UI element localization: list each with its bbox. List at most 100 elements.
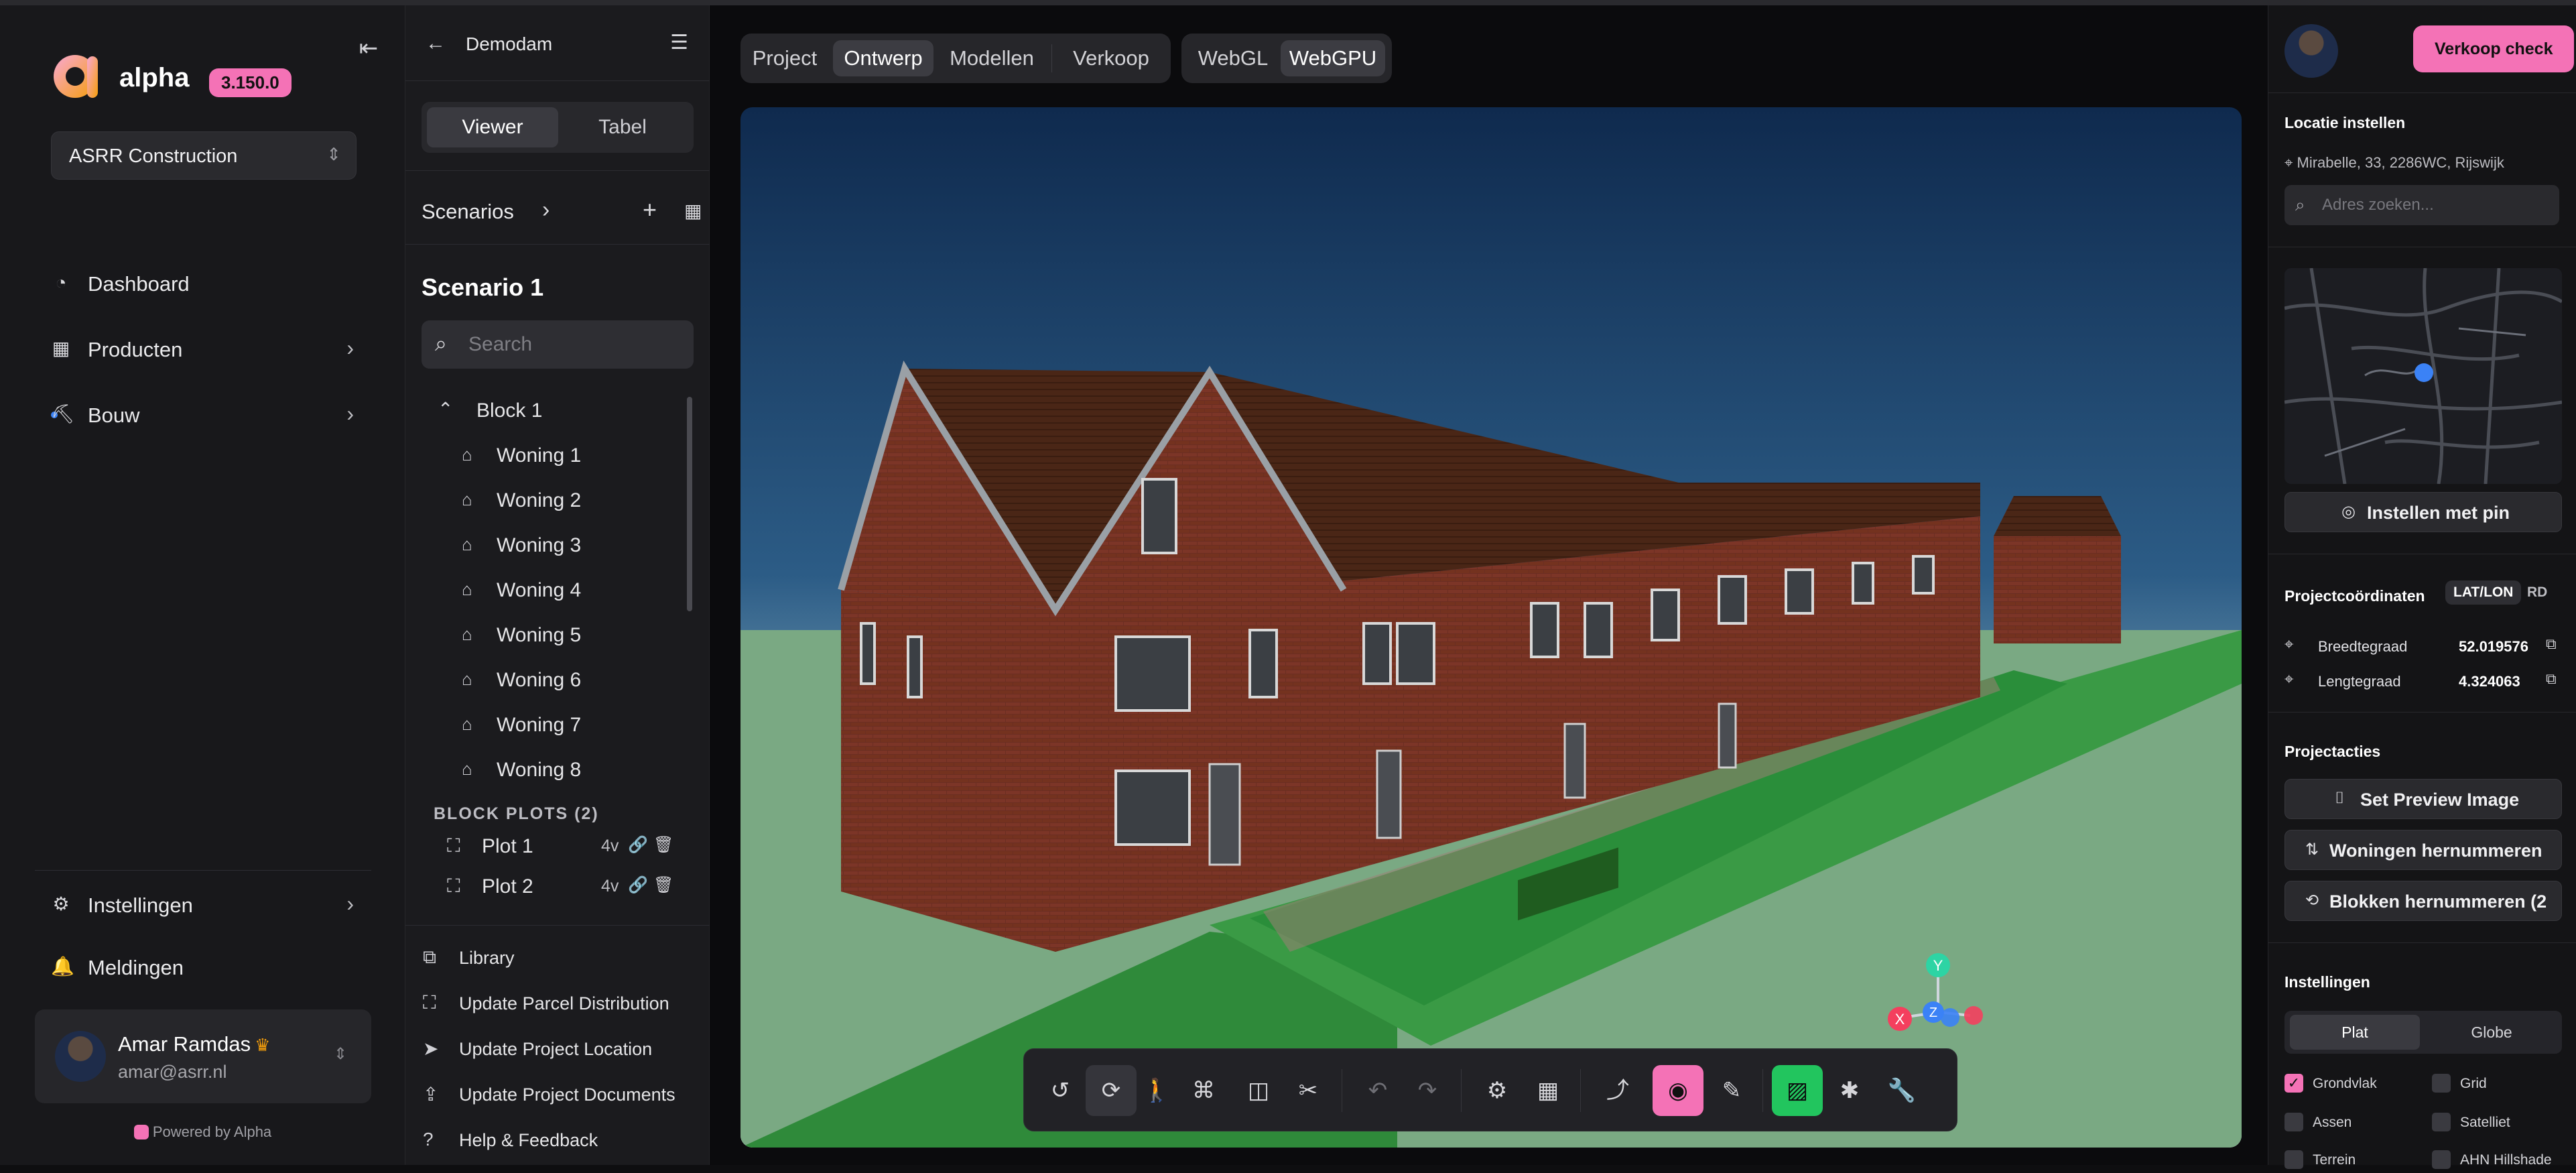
checkbox-satelliet[interactable]: Satelliet: [2432, 1111, 2566, 1135]
back-arrow-icon[interactable]: ←: [426, 32, 446, 55]
plot-row[interactable]: ⛶ Plot 1 4v 🔗 🗑: [447, 831, 702, 865]
settings-icon[interactable]: ⚙: [1472, 1065, 1523, 1116]
reset-view-icon[interactable]: ↺: [1035, 1065, 1086, 1116]
tree-scrollbar[interactable]: [687, 397, 692, 611]
wrench-icon[interactable]: 🔧: [1876, 1065, 1927, 1116]
location-minimap[interactable]: [2284, 268, 2562, 484]
avatar[interactable]: [2284, 24, 2338, 78]
list-item[interactable]: ⌂ Woning 6: [405, 660, 687, 700]
link-icon[interactable]: 🔗: [628, 835, 648, 855]
tab-viewer[interactable]: Viewer: [427, 107, 558, 147]
checkbox-ahn-hillshade[interactable]: AHN Hillshade: [2432, 1149, 2566, 1173]
action-help-feedback[interactable]: ? Help & Feedback: [423, 1125, 704, 1158]
3d-scene[interactable]: Y X Z: [740, 107, 2242, 1148]
divider: [405, 170, 710, 171]
copy-icon[interactable]: ⧉: [2546, 670, 2557, 688]
nav-item-bouw[interactable]: ⛏ Bouw ›: [51, 395, 363, 435]
scissors-icon[interactable]: ✂: [1283, 1065, 1334, 1116]
layout-icon[interactable]: ◫: [1233, 1065, 1284, 1116]
renumber-houses-button[interactable]: ⇅ Woningen hernummeren: [2284, 830, 2562, 870]
menu-icon[interactable]: ☰: [670, 31, 688, 54]
user-menu[interactable]: Amar Ramdas ♛ amar@asrr.nl ⇕: [35, 1009, 371, 1103]
calendar-icon[interactable]: ▦: [1523, 1065, 1573, 1116]
search-input[interactable]: [468, 331, 683, 358]
verkoop-check-button[interactable]: Verkoop check: [2413, 25, 2575, 72]
set-with-pin-button[interactable]: ◎ Instellen met pin: [2284, 492, 2562, 532]
tab-globe[interactable]: Globe: [2427, 1015, 2557, 1050]
search-field[interactable]: ⌕: [422, 320, 694, 369]
undo-icon[interactable]: ↶: [1352, 1065, 1403, 1116]
checkbox-box[interactable]: [2432, 1150, 2451, 1169]
organization-select[interactable]: ASRR Construction ⇕: [51, 131, 357, 180]
tab-webgpu[interactable]: WebGPU: [1281, 40, 1385, 76]
checkbox-box[interactable]: [2284, 1113, 2303, 1131]
action-library[interactable]: ⧉ Library: [423, 942, 704, 976]
trash-icon[interactable]: 🗑: [653, 835, 673, 855]
chevron-right-icon[interactable]: ›: [542, 197, 550, 223]
list-item[interactable]: ⌂ Woning 8: [405, 749, 687, 790]
add-scenario-icon[interactable]: +: [643, 196, 657, 224]
list-item[interactable]: ⌂ Woning 4: [405, 570, 687, 610]
list-item[interactable]: ⌂ Woning 1: [405, 435, 687, 475]
bug-icon[interactable]: ✱: [1824, 1065, 1875, 1116]
renumber-blocks-button[interactable]: ⟲ Blokken hernummeren (2: [2284, 881, 2562, 921]
chevron-up-icon[interactable]: ⌃: [438, 398, 453, 420]
rd-toggle[interactable]: RD: [2519, 580, 2555, 605]
address-search-input[interactable]: [2322, 194, 2550, 216]
checkbox-checked[interactable]: ✓: [2284, 1074, 2303, 1093]
lat-lon-toggle[interactable]: LAT/LON: [2445, 580, 2522, 605]
hatch-pattern-icon[interactable]: ▨: [1772, 1065, 1823, 1116]
checkbox-box[interactable]: [2432, 1113, 2451, 1131]
nav-item-dashboard[interactable]: ◔ Dashboard: [51, 263, 363, 304]
curve-tool-icon[interactable]: ⤴: [1592, 1065, 1643, 1116]
tab-modellen[interactable]: Modellen: [942, 40, 1042, 76]
tab-verkoop[interactable]: Verkoop: [1061, 40, 1161, 76]
checkbox-box[interactable]: [2284, 1150, 2303, 1169]
pencil-icon[interactable]: ✎: [1706, 1065, 1757, 1116]
orbit-icon[interactable]: ⟳: [1086, 1065, 1137, 1116]
list-item[interactable]: ⌂ Woning 5: [405, 615, 687, 655]
visibility-eye-icon[interactable]: ◉: [1653, 1065, 1703, 1116]
action-update-project-location[interactable]: ➤ Update Project Location: [423, 1034, 704, 1067]
checkbox-grondvlak[interactable]: ✓ Grondvlak: [2284, 1072, 2419, 1097]
divider: [405, 244, 710, 245]
tab-project[interactable]: Project: [749, 40, 821, 76]
link-icon[interactable]: 🔗: [628, 875, 648, 895]
trash-icon[interactable]: 🗑: [653, 875, 673, 895]
plot-row[interactable]: ⛶ Plot 2 4v 🔗 🗑: [447, 871, 702, 905]
woning-label: Woning 7: [497, 714, 582, 736]
list-item[interactable]: ⌂ Woning 3: [405, 525, 687, 565]
collapse-sidebar-icon[interactable]: ⇤: [355, 35, 382, 62]
3d-viewport[interactable]: Y X Z: [740, 107, 2242, 1148]
nav-item-meldingen[interactable]: 🔔 Meldingen: [51, 947, 363, 987]
project-title: Demodam: [466, 34, 553, 54]
action-update-parcel-distribution[interactable]: ⛶ Update Parcel Distribution: [423, 988, 704, 1022]
set-preview-image-button[interactable]: ⌷ Set Preview Image: [2284, 779, 2562, 819]
checkbox-box[interactable]: [2432, 1074, 2451, 1093]
nav-label: Producten: [88, 338, 183, 361]
checkbox-terrein[interactable]: Terrein: [2284, 1149, 2419, 1173]
map-pin-icon: ⌖: [2284, 154, 2293, 171]
copy-icon[interactable]: ⧉: [2546, 635, 2557, 653]
house-icon: ⌂: [462, 624, 472, 644]
tab-ontwerp[interactable]: Ontwerp: [833, 40, 933, 76]
tab-plat[interactable]: Plat: [2290, 1015, 2420, 1050]
nav-item-producten[interactable]: ▦ Producten ›: [51, 329, 363, 369]
action-update-project-documents[interactable]: ⇪ Update Project Documents: [423, 1079, 704, 1113]
scenarios-label[interactable]: Scenarios: [422, 200, 514, 224]
nav-item-instellingen[interactable]: ⚙ Instellingen ›: [51, 885, 363, 925]
tab-webgl[interactable]: WebGL: [1189, 40, 1277, 76]
redo-icon[interactable]: ↷: [1402, 1065, 1453, 1116]
walk-icon[interactable]: 🚶: [1131, 1065, 1182, 1116]
checkbox-assen[interactable]: Assen: [2284, 1111, 2419, 1135]
list-item[interactable]: ⌂ Woning 2: [405, 480, 687, 520]
command-icon[interactable]: ⌘: [1178, 1065, 1229, 1116]
tree-block-row[interactable]: ⌃ Block 1: [405, 390, 687, 430]
action-label: Help & Feedback: [459, 1130, 598, 1150]
list-item[interactable]: ⌂ Woning 7: [405, 704, 687, 745]
grid-view-icon[interactable]: ▦: [684, 200, 702, 222]
avatar: [55, 1031, 106, 1082]
address-search-field[interactable]: ⌕: [2284, 185, 2559, 225]
tab-tabel[interactable]: Tabel: [557, 107, 688, 147]
checkbox-grid[interactable]: Grid: [2432, 1072, 2566, 1097]
